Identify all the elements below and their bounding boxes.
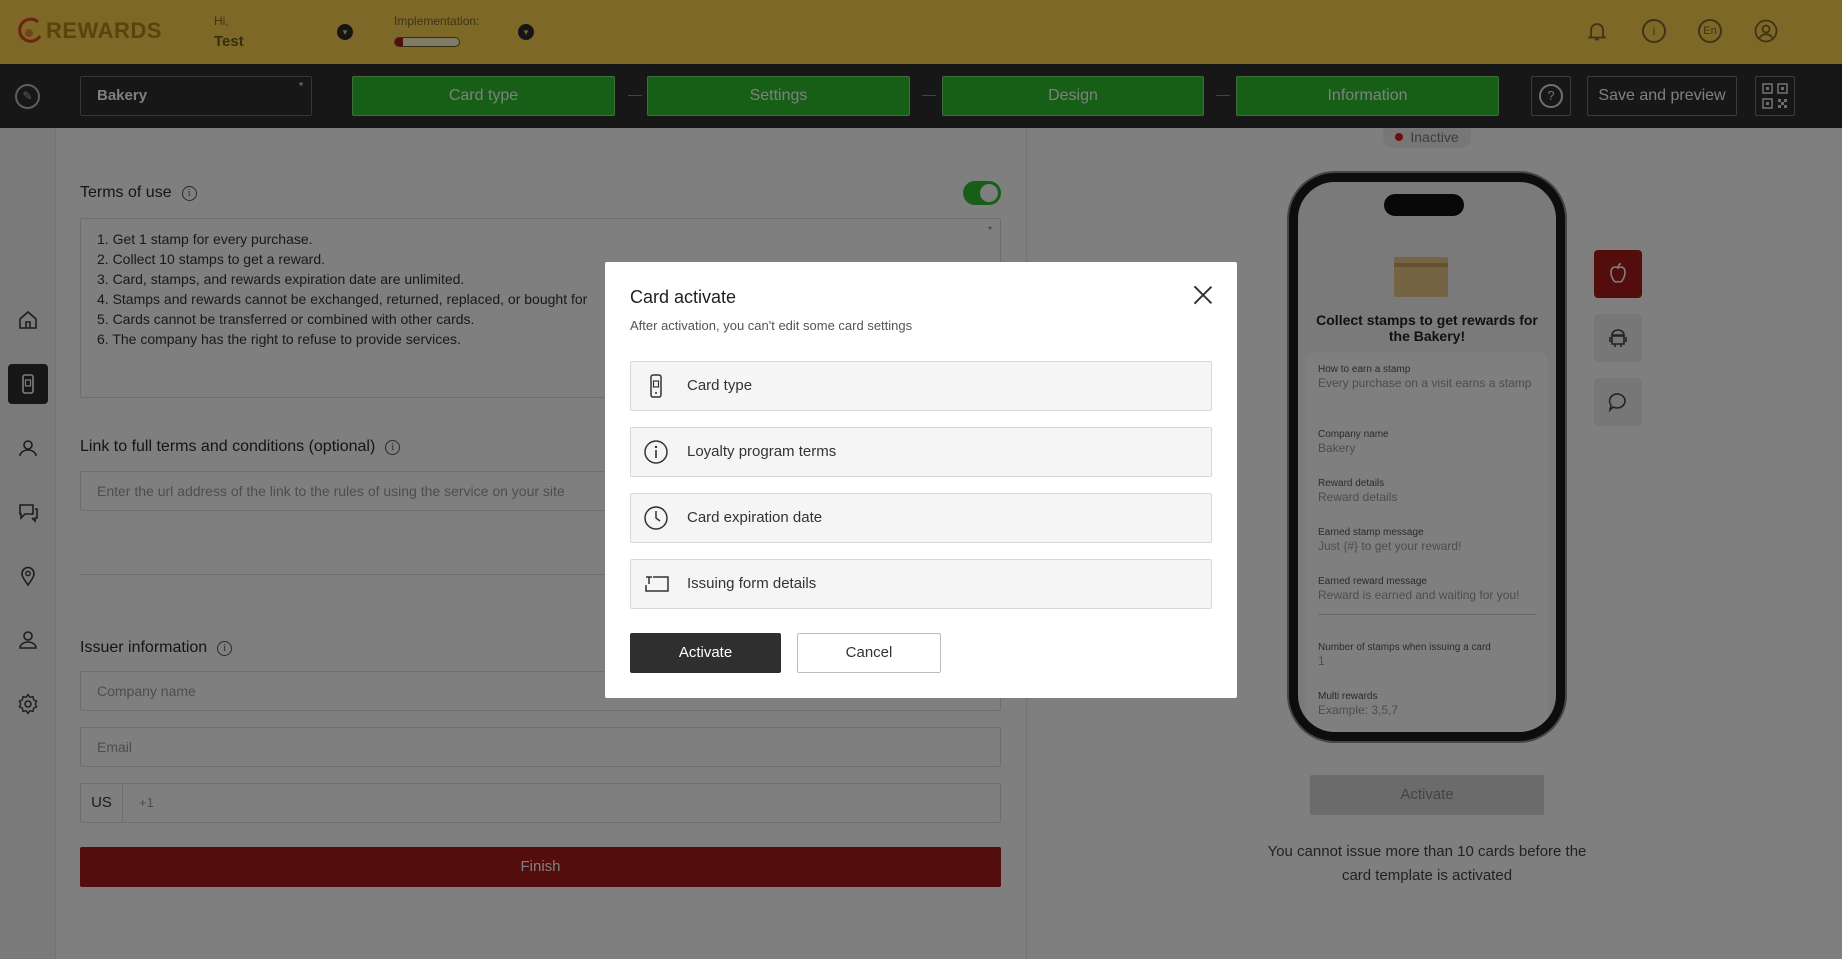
clock-icon [643,505,669,531]
phone-card-icon [643,373,669,399]
card-activate-dialog: Card activate After activation, you can'… [605,262,1237,698]
locked-setting-label: Card expiration date [687,509,823,526]
locked-setting-label: Loyalty program terms [687,443,837,460]
locked-setting-label: Issuing form details [687,575,817,592]
close-icon[interactable] [1192,284,1214,306]
locked-setting-program-terms: Loyalty program terms [630,427,1212,477]
locked-setting-card-type: Card type [630,361,1212,411]
cancel-button[interactable]: Cancel [797,633,941,673]
locked-setting-label: Card type [687,377,753,394]
locked-setting-expiration: Card expiration date [630,493,1212,543]
dialog-title: Card activate [630,287,737,307]
text-field-icon [643,571,671,597]
info-circle-icon [643,439,669,465]
locked-setting-issuing-form: Issuing form details [630,559,1212,609]
activate-button[interactable]: Activate [630,633,781,673]
dialog-subtitle: After activation, you can't edit some ca… [630,318,913,333]
